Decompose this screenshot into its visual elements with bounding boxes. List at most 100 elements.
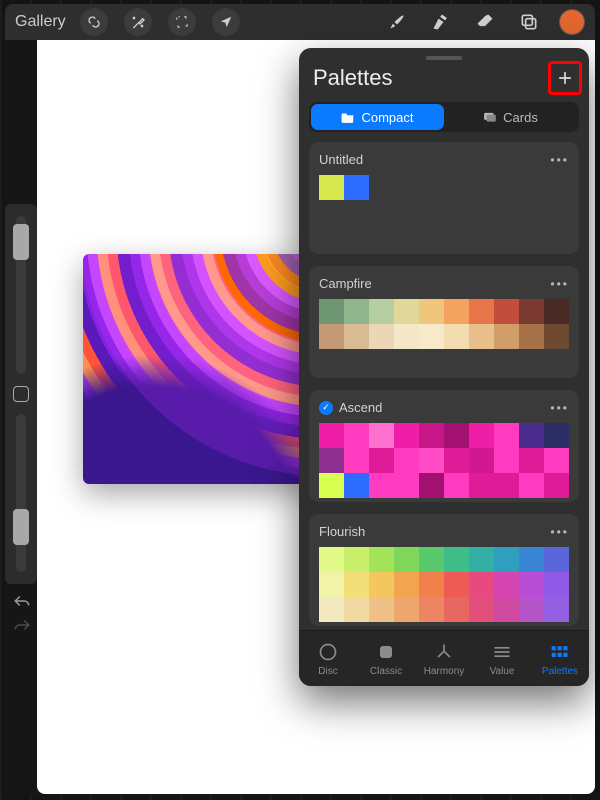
swatch-empty[interactable] [444,349,469,374]
palette-name[interactable]: Campfire [319,276,372,291]
swatch[interactable] [419,597,444,622]
swatch[interactable] [394,473,419,498]
swatch[interactable] [469,423,494,448]
segmented-cards[interactable]: Cards [444,104,577,130]
swatch-empty[interactable] [319,200,344,225]
swatch-empty[interactable] [469,225,494,250]
swatch-empty[interactable] [319,225,344,250]
swatch[interactable] [369,448,394,473]
swatch[interactable] [319,473,344,498]
transform-icon[interactable] [212,8,240,36]
layers-icon[interactable] [515,8,543,36]
swatch[interactable] [494,448,519,473]
swatch[interactable] [319,547,344,572]
swatch[interactable] [369,423,394,448]
swatch-empty[interactable] [444,225,469,250]
swatch[interactable] [419,448,444,473]
tab-classic[interactable]: Classic [357,631,415,686]
swatch-empty[interactable] [519,175,544,200]
swatch[interactable] [544,423,569,448]
tab-palettes[interactable]: Palettes [531,631,589,686]
swatch[interactable] [544,473,569,498]
palette-more-icon[interactable]: ••• [550,401,569,415]
swatch[interactable] [419,473,444,498]
swatch-empty[interactable] [444,200,469,225]
swatch-empty[interactable] [544,225,569,250]
swatch[interactable] [319,324,344,349]
swatch-empty[interactable] [419,200,444,225]
palette-card[interactable]: Campfire ••• [309,266,579,378]
swatch[interactable] [544,448,569,473]
swatch[interactable] [469,572,494,597]
swatch[interactable] [319,448,344,473]
swatch[interactable] [519,423,544,448]
swatch-empty[interactable] [369,225,394,250]
swatch-empty[interactable] [544,175,569,200]
swatch[interactable] [344,572,369,597]
swatch-empty[interactable] [319,349,344,374]
swatch[interactable] [319,423,344,448]
swatch[interactable] [369,597,394,622]
smudge-icon[interactable] [427,8,455,36]
swatch[interactable] [419,572,444,597]
swatch[interactable] [519,299,544,324]
swatch-empty[interactable] [369,200,394,225]
swatch[interactable] [344,448,369,473]
swatch[interactable] [394,597,419,622]
swatch[interactable] [344,299,369,324]
palette-more-icon[interactable]: ••• [550,525,569,539]
swatch[interactable] [519,448,544,473]
swatch-empty[interactable] [469,175,494,200]
swatch[interactable] [344,324,369,349]
palette-card[interactable]: ✓Ascend ••• [309,390,579,502]
swatch[interactable] [469,473,494,498]
swatch-empty[interactable] [394,225,419,250]
brush-size-slider[interactable] [16,216,26,374]
swatch-empty[interactable] [494,225,519,250]
swatch-empty[interactable] [419,225,444,250]
palette-name[interactable]: Flourish [319,524,365,539]
swatch[interactable] [469,597,494,622]
swatch[interactable] [344,423,369,448]
swatch[interactable] [494,423,519,448]
undo-icon[interactable] [13,594,31,608]
palette-more-icon[interactable]: ••• [550,277,569,291]
adjustments-icon[interactable] [124,8,152,36]
palettes-list[interactable]: Untitled•••Campfire•••✓Ascend•••Flourish… [299,142,589,630]
palette-card[interactable]: Untitled••• [309,142,579,254]
swatch[interactable] [419,299,444,324]
swatch[interactable] [419,547,444,572]
swatch-empty[interactable] [519,200,544,225]
palette-card[interactable]: Flourish ••• [309,514,579,626]
modify-button[interactable] [13,386,29,402]
swatch[interactable] [394,324,419,349]
brush-opacity-slider[interactable] [16,414,26,572]
swatch-empty[interactable] [419,175,444,200]
swatch-empty[interactable] [469,200,494,225]
palette-more-icon[interactable]: ••• [550,153,569,167]
swatch[interactable] [544,299,569,324]
swatch-empty[interactable] [394,200,419,225]
swatch-empty[interactable] [494,200,519,225]
swatch[interactable] [369,572,394,597]
brush-icon[interactable] [383,8,411,36]
swatch[interactable] [394,448,419,473]
swatch[interactable] [344,473,369,498]
swatch[interactable] [344,175,369,200]
swatch-empty[interactable] [544,200,569,225]
swatch[interactable] [519,547,544,572]
color-picker-button[interactable] [559,9,585,35]
swatch-empty[interactable] [369,349,394,374]
swatch[interactable] [494,299,519,324]
swatch[interactable] [319,597,344,622]
segmented-compact[interactable]: Compact [311,104,444,130]
palette-name[interactable]: ✓Ascend [319,400,382,415]
swatch[interactable] [419,324,444,349]
swatch-empty[interactable] [469,349,494,374]
swatch[interactable] [394,299,419,324]
swatch[interactable] [369,299,394,324]
eraser-icon[interactable] [471,8,499,36]
swatch[interactable] [394,547,419,572]
swatch[interactable] [519,597,544,622]
swatch[interactable] [494,473,519,498]
